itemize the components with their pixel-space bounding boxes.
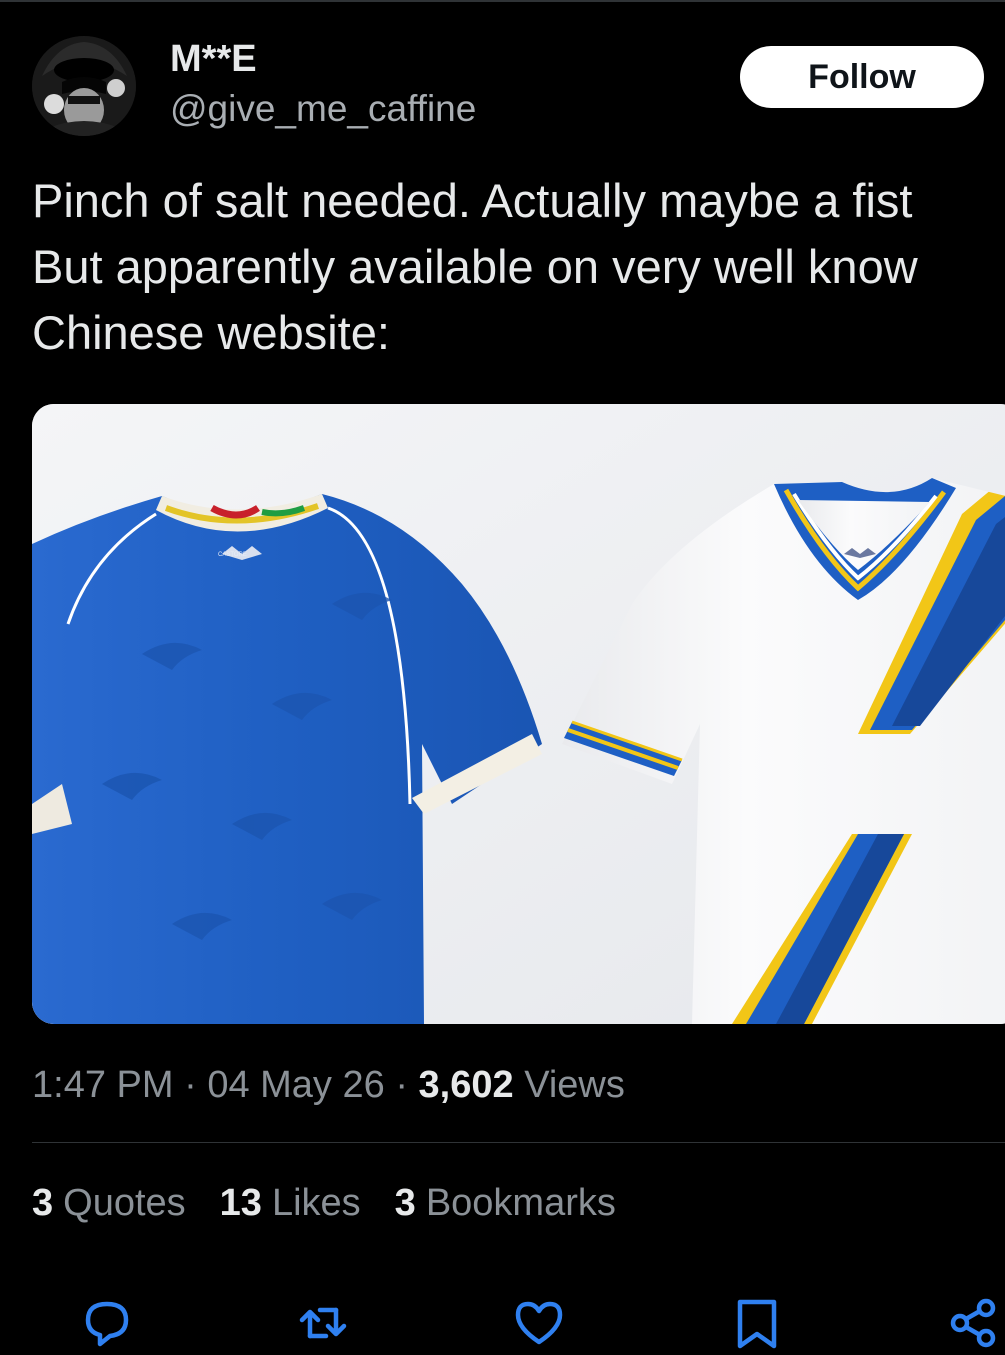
views-count: 3,602 — [418, 1064, 514, 1106]
bookmark-icon[interactable] — [730, 1296, 784, 1350]
follow-button[interactable]: Follow — [740, 46, 984, 108]
user-handle[interactable]: @give_me_caffine — [170, 88, 476, 130]
football-shirts-image: CASTORE — [32, 404, 1005, 1024]
bookmarks-label: Bookmarks — [425, 1182, 616, 1224]
bookmarks-stat[interactable]: 3 Bookmarks — [395, 1182, 616, 1225]
tweet-date[interactable]: 04 May 26 — [207, 1064, 384, 1106]
tweet-image[interactable]: CASTORE — [32, 404, 1005, 1024]
tweet-text: Pinch of salt needed. Actually maybe a f… — [32, 168, 1005, 366]
tweet-line-3: Chinese website: — [32, 306, 390, 359]
likes-count: 13 — [219, 1182, 262, 1224]
likes-label: Likes — [271, 1182, 361, 1224]
quotes-label: Quotes — [63, 1182, 186, 1224]
meta-separator: · — [173, 1064, 208, 1106]
avatar[interactable] — [32, 36, 136, 136]
quotes-stat[interactable]: 3 Quotes — [32, 1182, 186, 1225]
top-divider — [0, 0, 1005, 2]
bookmarks-count: 3 — [394, 1182, 416, 1224]
tweet-line-2: But apparently available on very well kn… — [32, 240, 918, 293]
like-icon[interactable] — [512, 1296, 566, 1350]
meta-separator: · — [384, 1064, 419, 1106]
repost-icon[interactable] — [296, 1296, 350, 1350]
engagement-stats: 3 Quotes 13 Likes 3 Bookmarks — [32, 1182, 616, 1225]
tweet-line-1: Pinch of salt needed. Actually maybe a f… — [32, 174, 913, 227]
action-bar — [0, 1290, 1005, 1353]
views-label: Views — [513, 1064, 625, 1106]
display-name[interactable]: M**E — [170, 38, 257, 81]
tweet-time[interactable]: 1:47 PM — [32, 1064, 174, 1106]
left-shirt-logo: CASTORE — [218, 552, 247, 558]
tweet-meta: 1:47 PM · 04 May 26 · 3,602 Views — [32, 1064, 625, 1107]
likes-stat[interactable]: 13 Likes — [220, 1182, 361, 1225]
share-icon[interactable] — [946, 1296, 1000, 1350]
quotes-count: 3 — [32, 1182, 54, 1224]
reply-icon[interactable] — [80, 1296, 134, 1350]
stats-divider — [32, 1142, 1005, 1143]
